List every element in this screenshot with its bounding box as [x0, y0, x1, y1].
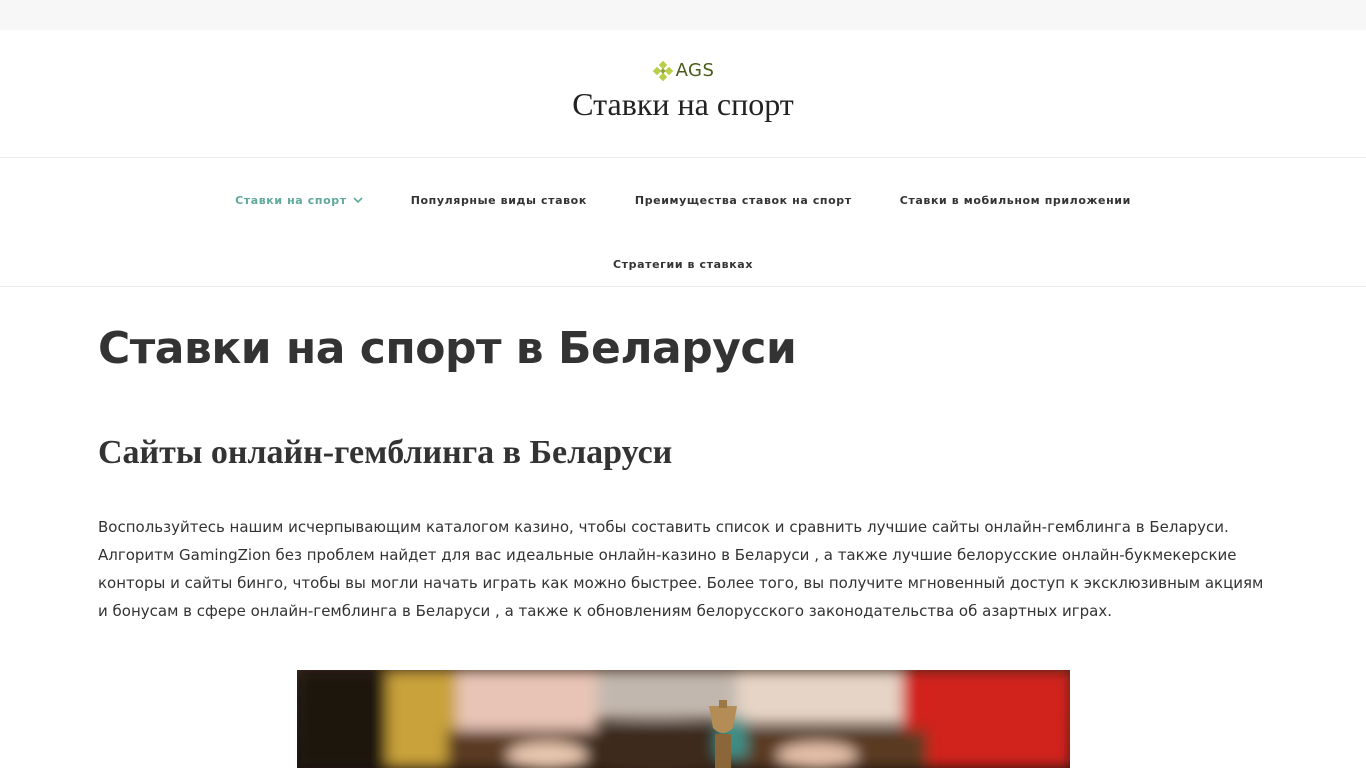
nav-row: Ставки на спорт Популярные виды ставок П…	[0, 190, 1366, 210]
nav-item-advantages[interactable]: Преимущества ставок на спорт	[635, 194, 852, 207]
nav-item-mobile-app[interactable]: Ставки в мобильном приложении	[900, 194, 1131, 207]
casino-photo-image	[297, 670, 1070, 768]
nav-item-sports-betting[interactable]: Ставки на спорт	[235, 194, 363, 207]
top-bar	[0, 0, 1366, 30]
nav-item-label: Ставки на спорт	[235, 193, 347, 207]
chevron-down-icon[interactable]	[353, 196, 363, 204]
site-title[interactable]: Ставки на спорт	[572, 86, 794, 122]
nav-row: Стратегии в ставках	[0, 254, 1366, 274]
main-navigation: Ставки на спорт Популярные виды ставок П…	[0, 158, 1366, 287]
casino-photo	[297, 670, 1070, 768]
nav-item-strategies[interactable]: Стратегии в ставках	[613, 258, 753, 271]
page-title: Ставки на спорт в Беларуси	[98, 323, 797, 374]
main-content: Ставки на спорт в Беларуси Сайты онлайн-…	[0, 323, 1366, 625]
logo-text: AGS	[675, 60, 715, 81]
intro-paragraph: Воспользуйтесь нашим исчерпывающим катал…	[98, 518, 1264, 620]
site-logo[interactable]: AGS	[652, 60, 715, 82]
section-title: Сайты онлайн-гемблинга в Беларуси	[98, 434, 673, 471]
ornament-diamond-icon	[652, 60, 673, 82]
nav-item-popular-bets[interactable]: Популярные виды ставок	[411, 194, 587, 207]
site-header: AGS Ставки на спорт	[0, 30, 1366, 158]
